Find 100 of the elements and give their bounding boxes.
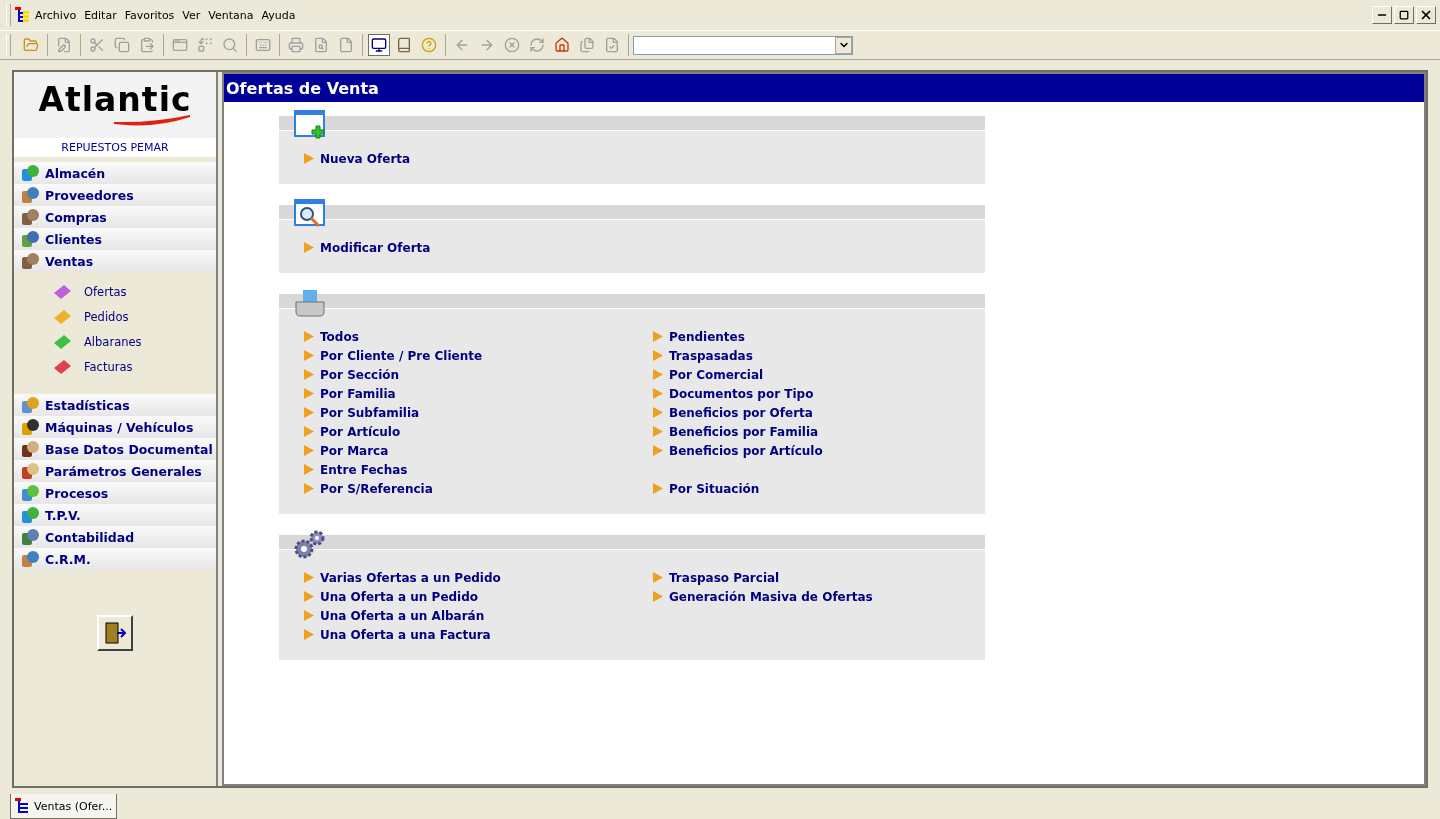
arrow-icon [653,426,663,437]
page-icon [338,37,354,53]
monitor-button[interactable] [368,34,390,56]
new-window-icon [294,110,326,140]
arrow-icon [304,331,314,342]
arrow-icon [653,445,663,456]
nav-item[interactable]: Base Datos Documental [14,438,216,460]
menu-link[interactable]: Por Cliente / Pre Cliente [304,346,653,365]
arrow-icon [653,350,663,361]
menu-link[interactable]: Documentos por Tipo [653,384,960,403]
menu-link[interactable]: Una Oferta a un Pedido [304,587,653,606]
replace-icon [197,37,213,53]
sub-nav-item[interactable]: Facturas [52,357,216,376]
menu-link[interactable]: Pendientes [653,327,960,346]
menu-link[interactable]: Por Marca [304,441,653,460]
arrow-icon [304,407,314,418]
arrow-icon [653,388,663,399]
nav-item[interactable]: Almacén [14,162,216,184]
nav-item[interactable]: Máquinas / Vehículos [14,416,216,438]
scissors-icon [89,37,105,53]
keyboard-icon [255,37,271,53]
arrow-icon [653,591,663,602]
search-icon [222,37,238,53]
page-title: Ofertas de Venta [224,74,1424,102]
pages-icon [579,37,595,53]
menu-link[interactable]: Por Comercial [653,365,960,384]
sub-nav-item[interactable]: Albaranes [52,332,216,351]
menu-link[interactable]: Beneficios por Familia [653,422,960,441]
menu-link[interactable]: Todos [304,327,653,346]
menu-link[interactable]: Beneficios por Artículo [653,441,960,460]
app-icon [15,798,31,814]
nav-item[interactable]: Contabilidad [14,526,216,548]
minimize-button[interactable] [1372,6,1392,24]
checklist-icon [604,37,620,53]
menu-link[interactable]: Por Subfamilia [304,403,653,422]
arrow-icon [304,464,314,475]
nav-item[interactable]: Compras [14,206,216,228]
nav-item[interactable]: Procesos [14,482,216,504]
search-window-icon [294,199,326,229]
nav-item[interactable]: Estadísticas [14,394,216,416]
menu-item[interactable]: Favoritos [120,6,179,24]
restore-icon [1399,10,1409,20]
nav-item[interactable]: Ventas [14,250,216,272]
menu-item[interactable]: Editar [80,6,121,24]
monitor-icon [371,37,387,53]
preview-icon [313,37,329,53]
menu-link[interactable]: Por Artículo [304,422,653,441]
window-icon [172,37,188,53]
window-tab[interactable]: Ventas (Ofer... [10,794,118,819]
menu-link[interactable]: Por Familia [304,384,653,403]
arrow-icon [304,610,314,621]
menu-link[interactable]: Traspaso Parcial [653,568,960,587]
menu-link[interactable]: Por S/Referencia [304,479,653,498]
restore-button[interactable] [1394,6,1414,24]
nav-item[interactable]: Parámetros Generales [14,460,216,482]
menu-link[interactable]: Modificar Oferta [304,238,653,257]
menu-link[interactable]: Varias Ofertas a un Pedido [304,568,653,587]
menu-link[interactable]: Por Situación [653,479,960,498]
menu-link[interactable]: Generación Masiva de Ofertas [653,587,960,606]
stop-icon [504,37,520,53]
close-button[interactable] [1416,6,1436,24]
menu-link[interactable]: Beneficios por Oferta [653,403,960,422]
arrow-icon [653,369,663,380]
menu-link[interactable]: Una Oferta a una Factura [304,625,653,644]
menu-link[interactable]: Traspasadas [653,346,960,365]
menu-item[interactable]: Archivo [31,6,81,24]
arrow-icon [304,591,314,602]
arrow-icon [304,572,314,583]
menu-link[interactable]: Por Sección [304,365,653,384]
arrow-icon [304,483,314,494]
arrow-icon [304,629,314,640]
menu-link[interactable]: Entre Fechas [304,460,653,479]
menu-item[interactable]: Ayuda [257,6,300,24]
door-icon [103,621,127,645]
sub-nav-item[interactable]: Pedidos [52,307,216,326]
menu-link[interactable]: Nueva Oferta [304,149,653,168]
folder-icon [23,37,39,53]
menu-item[interactable]: Ver [178,6,205,24]
arrow-icon [304,426,314,437]
nav-item[interactable]: Clientes [14,228,216,250]
menu-item[interactable]: Ventana [204,6,258,24]
app-icon[interactable] [15,7,31,23]
forward-arrow-icon [479,37,495,53]
back-arrow-icon [454,37,470,53]
arrow-icon [653,331,663,342]
menu-link[interactable]: Una Oferta a un Albarán [304,606,653,625]
arrow-icon [304,350,314,361]
nav-item[interactable]: Proveedores [14,184,216,206]
arrow-icon [304,242,314,253]
nav-item[interactable]: T.P.V. [14,504,216,526]
address-combo-box[interactable] [633,35,853,55]
book-icon [396,37,412,53]
refresh-icon [529,37,545,53]
arrow-icon [653,483,663,494]
nav-item[interactable]: C.R.M. [14,548,216,570]
arrow-icon [653,572,663,583]
close-icon [1419,8,1433,22]
sub-nav-item[interactable]: Ofertas [52,282,216,301]
printer-icon [294,288,326,318]
exit-button[interactable] [97,615,133,651]
